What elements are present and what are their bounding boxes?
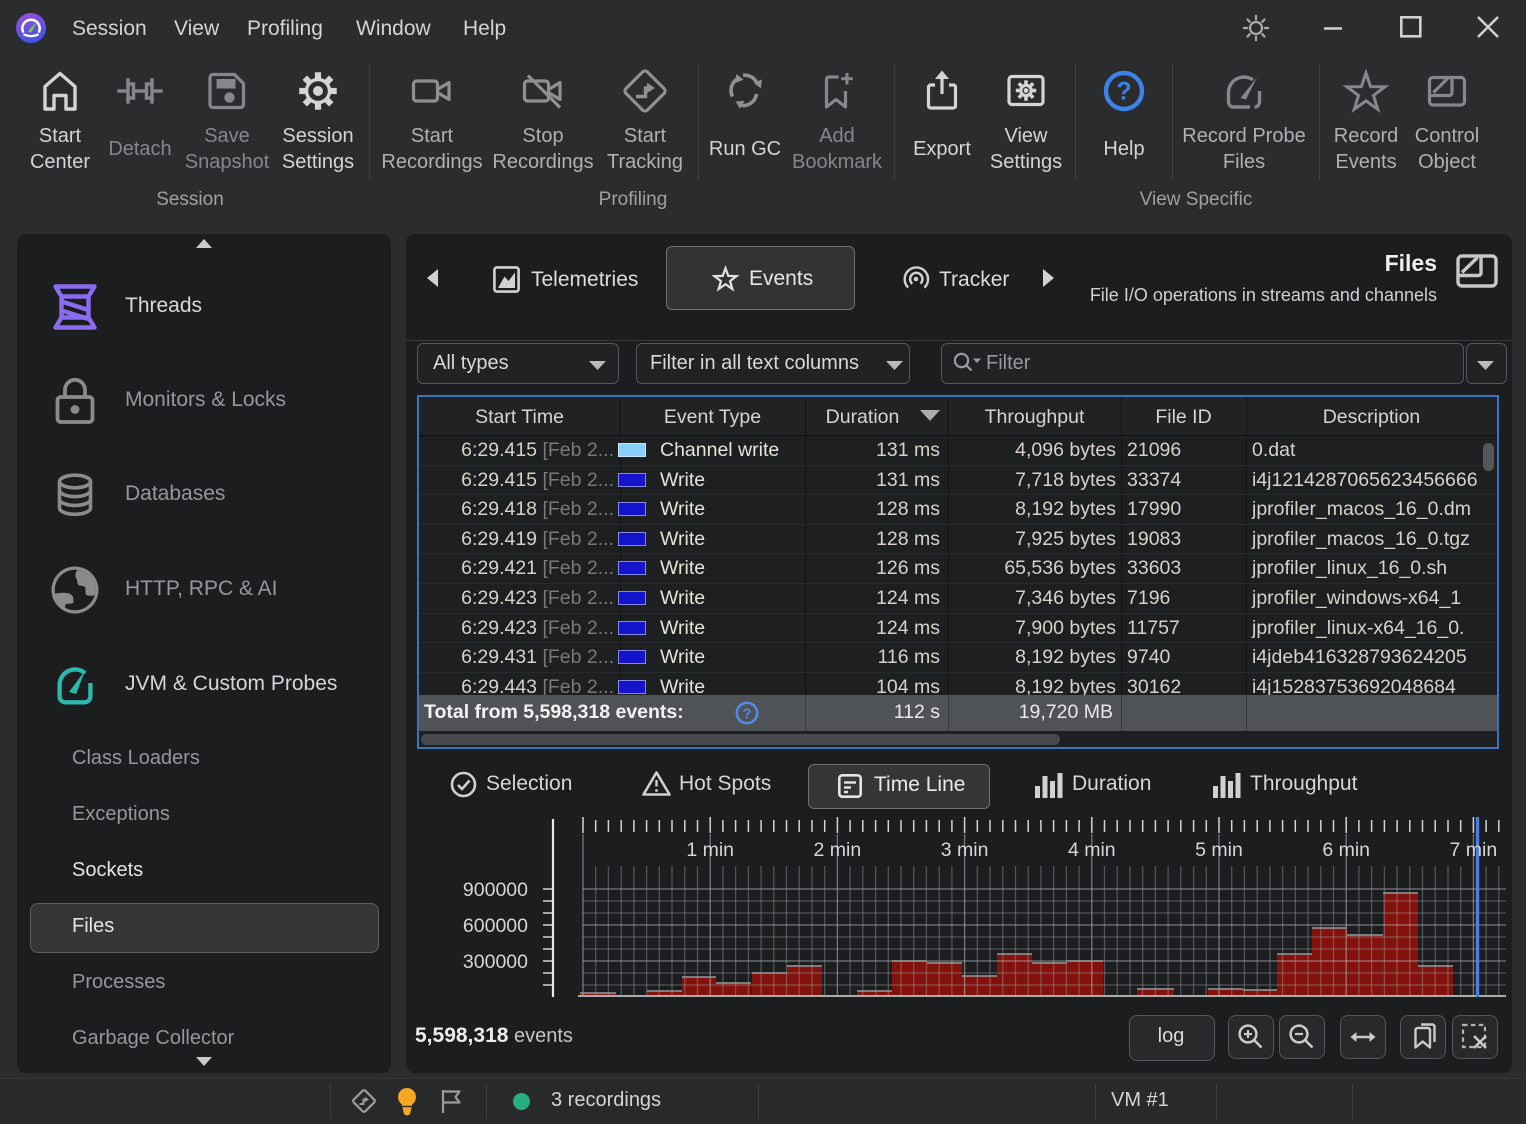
svg-text:?: ? xyxy=(1116,78,1131,106)
svg-text:?: ? xyxy=(742,706,751,723)
